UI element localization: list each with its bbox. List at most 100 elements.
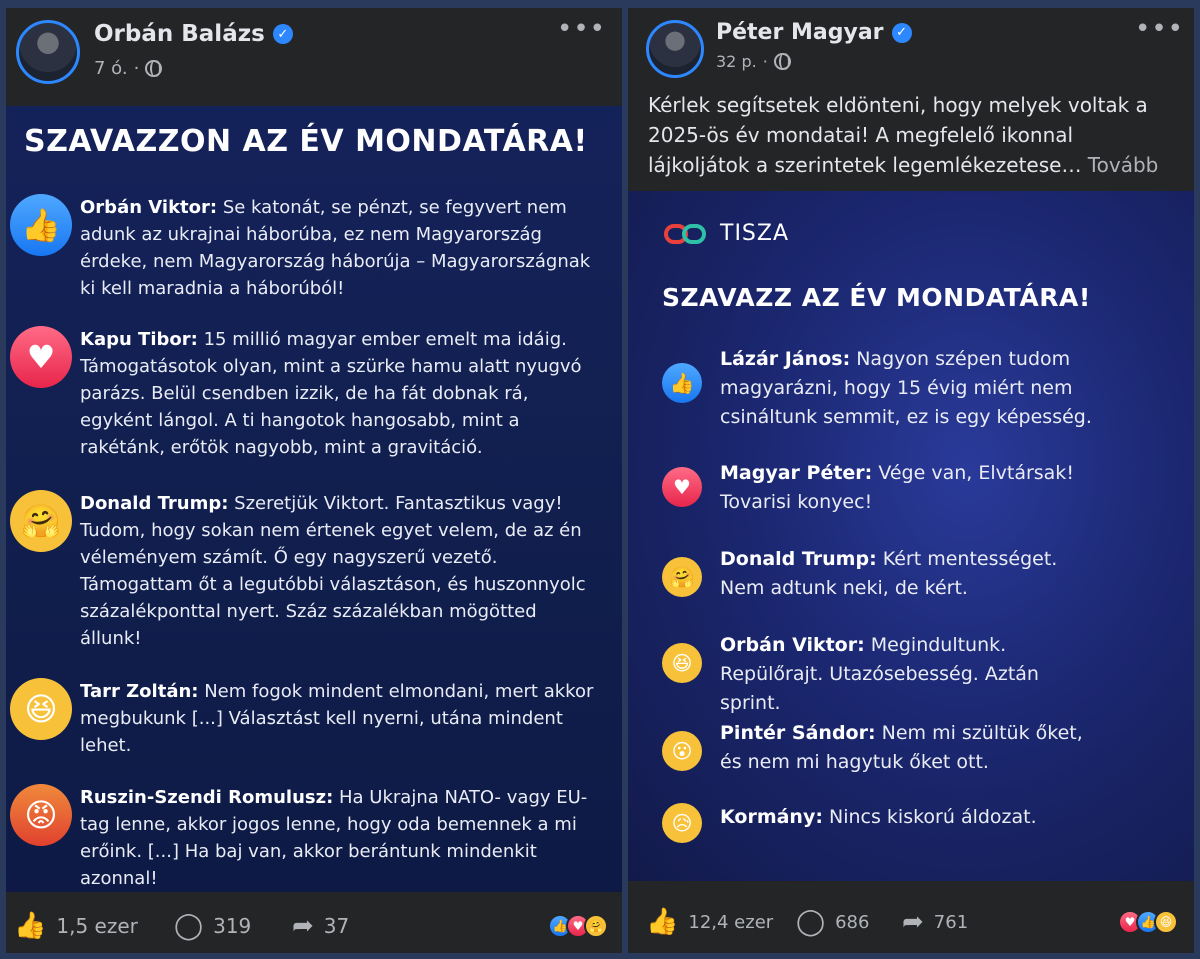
quote-text: Kormány: Nincs kiskorú áldozat. bbox=[720, 803, 1100, 843]
card-title: SZAVAZZ AZ ÉV MONDATÁRA! bbox=[662, 283, 1091, 312]
quote-item: 😮 Pintér Sándor: Nem mi szültük őket, és… bbox=[662, 719, 1100, 777]
meta-separator: · bbox=[762, 52, 768, 71]
quote-text: Tarr Zoltán: Nem fogok mindent elmondani… bbox=[80, 678, 600, 759]
caption-text: Kérlek segítsetek eldönteni, hogy melyek… bbox=[648, 93, 1148, 177]
verified-icon: ✓ bbox=[891, 22, 912, 43]
author-name[interactable]: Péter Magyar bbox=[716, 20, 884, 45]
like-button[interactable]: 👍 1,5 ezer bbox=[14, 911, 138, 941]
post-caption: Kérlek segítsetek eldönteni, hogy melyek… bbox=[648, 90, 1178, 180]
share-icon: ➦ bbox=[292, 911, 314, 941]
quote-body: Nincs kiskorú áldozat. bbox=[829, 806, 1037, 828]
card-title: SZAVAZZON AZ ÉV MONDATÁRA! bbox=[24, 124, 588, 159]
globe-icon bbox=[145, 60, 163, 77]
brand-name: TISZA bbox=[720, 221, 790, 246]
quote-text: Magyar Péter: Vége van, Elvtársak! Tovar… bbox=[720, 459, 1100, 517]
quote-speaker: Orbán Viktor: bbox=[80, 197, 218, 218]
care-reaction-icon: 🤗 bbox=[662, 557, 702, 597]
care-reaction-icon: 🤗 bbox=[584, 914, 608, 938]
quote-text: Orbán Viktor: Megindultunk. Repülőrajt. … bbox=[720, 631, 1100, 718]
author-row: Orbán Balázs ✓ bbox=[94, 21, 293, 47]
share-button[interactable]: ➦ 37 bbox=[292, 911, 349, 941]
love-reaction-icon: ♥ bbox=[662, 467, 702, 507]
quote-speaker: Donald Trump: bbox=[80, 493, 229, 514]
quote-text: Lázár János: Nagyon szépen tudom magyará… bbox=[720, 345, 1100, 432]
verified-icon: ✓ bbox=[272, 24, 293, 44]
avatar[interactable] bbox=[16, 20, 80, 84]
post-peter-magyar: Péter Magyar ✓ 32 p. · ••• Kérlek segíts… bbox=[628, 8, 1194, 953]
quote-speaker: Ruszin-Szendi Romulusz: bbox=[80, 787, 334, 808]
post-meta: 32 p. · bbox=[716, 52, 791, 71]
reaction-summary[interactable]: 👍 ♥ 🤗 bbox=[548, 914, 608, 938]
quote-text: Orbán Viktor: Se katonát, se pénzt, se f… bbox=[80, 194, 600, 302]
avatar[interactable] bbox=[646, 20, 704, 78]
quote-text: Pintér Sándor: Nem mi szültük őket, és n… bbox=[720, 719, 1100, 777]
quote-speaker: Orbán Viktor: bbox=[720, 634, 865, 656]
action-bar: 👍 12,4 ezer ◯ 686 ➦ 761 ♥ 👍 😆 bbox=[628, 904, 1194, 940]
quote-item: 😆 Tarr Zoltán: Nem fogok mindent elmonda… bbox=[10, 678, 600, 759]
quote-speaker: Pintér Sándor: bbox=[720, 722, 876, 744]
thumbs-up-icon: 👍 bbox=[646, 907, 679, 937]
share-icon: ➦ bbox=[902, 907, 924, 937]
comment-count: 686 bbox=[835, 911, 870, 933]
post-image-card[interactable]: SZAVAZZON AZ ÉV MONDATÁRA! 👍 Orbán Vikto… bbox=[6, 106, 622, 892]
post-image-card[interactable]: TISZA SZAVAZZ AZ ÉV MONDATÁRA! 👍 Lázár J… bbox=[628, 191, 1194, 881]
quote-speaker: Tarr Zoltán: bbox=[80, 681, 199, 702]
quote-item: 😡 Ruszin-Szendi Romulusz: Ha Ukrajna NAT… bbox=[10, 784, 600, 892]
share-count: 761 bbox=[933, 911, 969, 933]
more-options-icon[interactable]: ••• bbox=[557, 14, 606, 44]
quote-item: 😥 Kormány: Nincs kiskorú áldozat. bbox=[662, 803, 1100, 843]
quote-speaker: Magyar Péter: bbox=[720, 462, 873, 484]
action-bar: 👍 1,5 ezer ◯ 319 ➦ 37 👍 ♥ 🤗 bbox=[6, 906, 622, 946]
like-button[interactable]: 👍 12,4 ezer bbox=[646, 907, 773, 937]
quote-speaker: Kormány: bbox=[720, 806, 823, 828]
like-count: 1,5 ezer bbox=[56, 914, 138, 938]
quote-text: Ruszin-Szendi Romulusz: Ha Ukrajna NATO-… bbox=[80, 784, 600, 892]
quote-speaker: Kapu Tibor: bbox=[80, 329, 198, 350]
share-count: 37 bbox=[323, 914, 350, 938]
haha-reaction-icon: 😆 bbox=[10, 678, 72, 740]
like-reaction-icon: 👍 bbox=[662, 363, 702, 403]
quote-body: Szeretjük Viktort. Fantasztikus vagy! Tu… bbox=[80, 493, 586, 649]
quote-text: Kapu Tibor: 15 millió magyar ember emelt… bbox=[80, 326, 600, 461]
tisza-logo-icon bbox=[662, 222, 710, 246]
comment-icon: ◯ bbox=[796, 907, 826, 937]
quote-item: 🤗 Donald Trump: Szeretjük Viktort. Fanta… bbox=[10, 490, 600, 652]
post-meta: 7 ó. · bbox=[94, 58, 163, 79]
quote-text: Donald Trump: Szeretjük Viktort. Fantasz… bbox=[80, 490, 600, 652]
globe-icon bbox=[773, 53, 791, 70]
care-reaction-icon: 🤗 bbox=[10, 490, 72, 552]
angry-reaction-icon: 😡 bbox=[10, 784, 72, 846]
quote-item: 👍 Lázár János: Nagyon szépen tudom magya… bbox=[662, 345, 1100, 432]
comment-count: 319 bbox=[213, 914, 252, 938]
see-more-link[interactable]: Tovább bbox=[1088, 153, 1159, 177]
quote-speaker: Donald Trump: bbox=[720, 548, 877, 570]
quote-speaker: Lázár János: bbox=[720, 348, 851, 370]
love-reaction-icon: ♥ bbox=[10, 326, 72, 388]
post-time[interactable]: 32 p. bbox=[716, 52, 757, 71]
author-name[interactable]: Orbán Balázs bbox=[94, 21, 265, 47]
sad-reaction-icon: 😥 bbox=[662, 803, 702, 843]
quote-item: ♥ Magyar Péter: Vége van, Elvtársak! Tov… bbox=[662, 459, 1100, 517]
post-header: Orbán Balázs ✓ 7 ó. · ••• bbox=[6, 8, 622, 106]
comment-icon: ◯ bbox=[174, 911, 204, 941]
quote-text: Donald Trump: Kért mentességet. Nem adtu… bbox=[720, 545, 1100, 603]
more-options-icon[interactable]: ••• bbox=[1135, 14, 1184, 44]
quote-item: ♥ Kapu Tibor: 15 millió magyar ember eme… bbox=[10, 326, 600, 461]
reaction-summary[interactable]: ♥ 👍 😆 bbox=[1118, 910, 1178, 934]
quote-item: 🤗 Donald Trump: Kért mentességet. Nem ad… bbox=[662, 545, 1100, 603]
tisza-brand: TISZA bbox=[662, 221, 789, 246]
like-reaction-icon: 👍 bbox=[10, 194, 72, 256]
share-button[interactable]: ➦ 761 bbox=[902, 907, 968, 937]
post-orban-balazs: Orbán Balázs ✓ 7 ó. · ••• SZAVAZZON AZ É… bbox=[6, 8, 622, 953]
quote-item: 👍 Orbán Viktor: Se katonát, se pénzt, se… bbox=[10, 194, 600, 302]
comment-button[interactable]: ◯ 686 bbox=[796, 907, 869, 937]
haha-reaction-icon: 😆 bbox=[1154, 910, 1178, 934]
quote-item: 😆 Orbán Viktor: Megindultunk. Repülőrajt… bbox=[662, 631, 1100, 718]
like-count: 12,4 ezer bbox=[688, 911, 774, 933]
haha-reaction-icon: 😆 bbox=[662, 643, 702, 683]
author-row: Péter Magyar ✓ bbox=[716, 20, 912, 45]
wow-reaction-icon: 😮 bbox=[662, 731, 702, 771]
post-time[interactable]: 7 ó. bbox=[94, 58, 128, 79]
thumbs-up-icon: 👍 bbox=[14, 911, 47, 941]
comment-button[interactable]: ◯ 319 bbox=[174, 911, 251, 941]
